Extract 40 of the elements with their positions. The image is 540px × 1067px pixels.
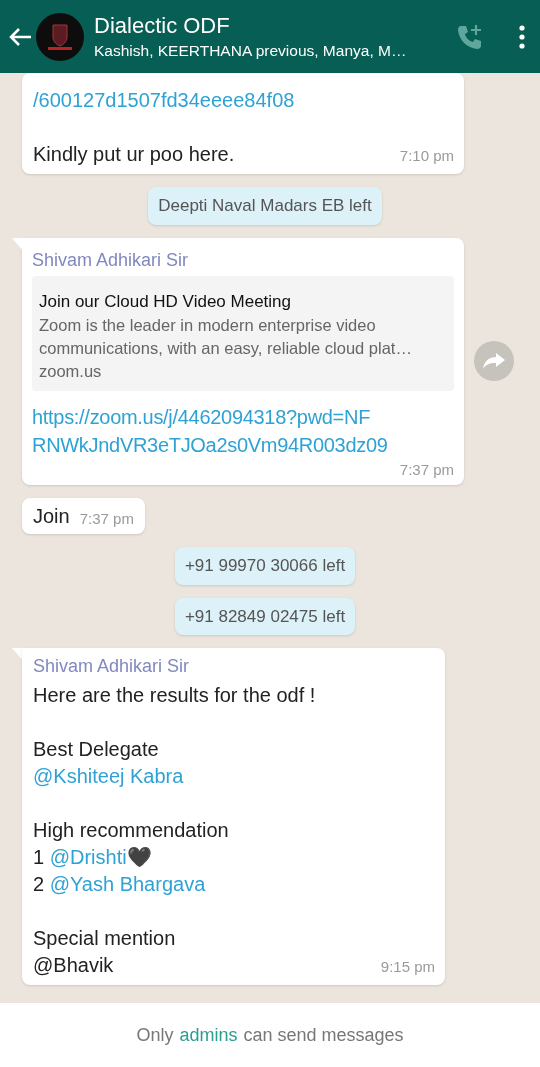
message-text: 2 (33, 873, 46, 895)
mention-link[interactable]: @Yash Bhargava (49, 873, 206, 895)
message-text: Join (33, 504, 70, 529)
preview-description: Zoom is the leader in modern enterprise video communications, with an easy, reliable cloud plat… (39, 314, 413, 359)
footer-text: Only (136, 1023, 174, 1047)
message-link[interactable]: https://zoom.us/j/4462094318?pwd=NF (32, 402, 371, 431)
message-text: Kindly put ur poo here. (33, 143, 235, 165)
message-text: 🖤 (126, 846, 152, 868)
message-time: 7:37 pm (79, 508, 134, 529)
message-time: 7:37 pm (399, 459, 454, 480)
preview-title: Join our Cloud HD Video Meeting (39, 290, 292, 313)
admins-link[interactable]: admins (179, 1021, 238, 1049)
message-text: High recommendation (33, 819, 229, 841)
message-time: 9:15 pm (380, 958, 435, 975)
message-text: Best Delegate (33, 738, 159, 760)
system-notice: Deepti Naval Madars EB left (148, 187, 382, 225)
mention-link[interactable]: @Kshiteej Kabra (33, 765, 184, 787)
message-time: 7:10 pm (399, 147, 454, 164)
message-text: Special mention (33, 927, 176, 949)
group-title[interactable]: Dialectic ODF (94, 11, 456, 40)
mention-link[interactable]: @Drishti (49, 846, 127, 868)
back-arrow-icon[interactable] (8, 26, 32, 47)
link-preview-card[interactable]: Join our Cloud HD Video Meeting Zoom is the leader in modern enterprise video communications, with an easy, reliable cloud plat… zoom.us (32, 275, 454, 391)
group-members: Kashish, KEERTHANA previous, Manya, M… (94, 40, 408, 61)
forward-icon (483, 353, 505, 370)
preview-domain: zoom.us (39, 360, 103, 382)
sender-name: Shivam Adhikari Sir (32, 248, 190, 272)
message-link[interactable]: RNWkJndVR3eTJOa2s0Vm94R003dz09 (32, 430, 388, 459)
forward-button[interactable] (474, 341, 514, 382)
system-notice: +91 99970 30066 left (174, 547, 356, 585)
message-text: Here are the results for the odf ! (33, 684, 316, 706)
add-call-icon[interactable] (456, 22, 484, 51)
message-text: @Bhavik (33, 954, 114, 976)
mention-link[interactable]: /600127d1507fd34eeee84f08 (33, 89, 295, 111)
sender-name: Shivam Adhikari Sir (33, 655, 191, 678)
footer-text: can send messages (243, 1023, 404, 1047)
message-text: 1 (33, 846, 46, 868)
group-avatar[interactable] (36, 12, 84, 61)
menu-icon[interactable] (518, 24, 526, 49)
system-notice: +91 82849 02475 left (174, 597, 356, 635)
